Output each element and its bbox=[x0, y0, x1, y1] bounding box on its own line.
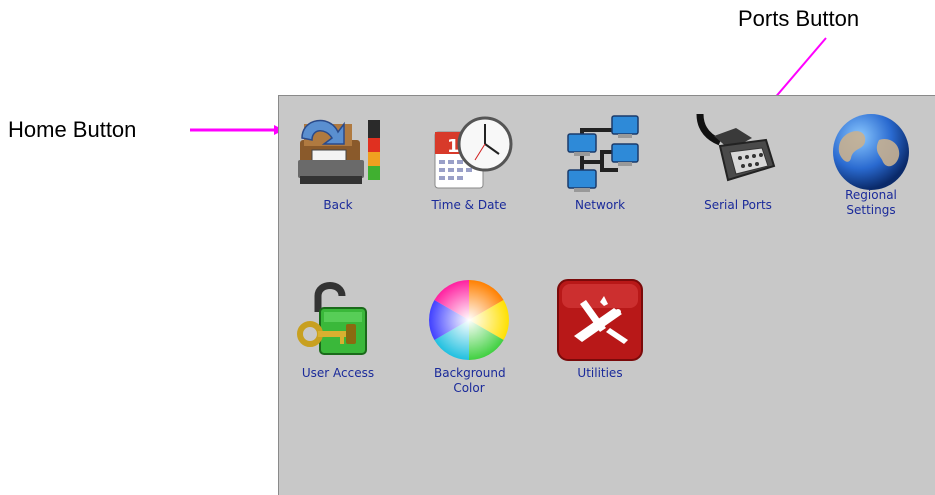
time-date-label: Time & Date bbox=[431, 198, 507, 212]
serial-ports-button[interactable]: Serial Ports bbox=[683, 110, 793, 213]
calendar-clock-icon: 12 bbox=[434, 116, 513, 189]
back-button[interactable]: Back bbox=[283, 110, 393, 213]
regional-settings-label: Regional Settings bbox=[845, 188, 897, 217]
regional-settings-button[interactable]: Regional Settings bbox=[816, 110, 926, 218]
ports-button-callout: Ports Button bbox=[738, 6, 860, 31]
multitool-icon bbox=[557, 279, 643, 361]
serial-ports-label: Serial Ports bbox=[704, 198, 772, 212]
settings-panel: Back 12 Time & Date bbox=[278, 95, 935, 495]
serial-connector-icon bbox=[696, 113, 776, 182]
globe-icon bbox=[833, 114, 909, 190]
user-access-button[interactable]: User Access bbox=[283, 278, 393, 381]
time-date-button[interactable]: 12 Time & Date bbox=[414, 110, 524, 213]
network-icon bbox=[567, 115, 639, 192]
padlock-key-icon bbox=[297, 282, 367, 355]
background-color-button[interactable]: Background Color bbox=[414, 278, 524, 396]
network-button[interactable]: Network bbox=[545, 110, 655, 213]
home-button-callout: Home Button bbox=[8, 117, 137, 142]
back-printer-icon bbox=[298, 119, 380, 184]
utilities-label: Utilities bbox=[577, 366, 623, 380]
utilities-button[interactable]: Utilities bbox=[545, 278, 655, 381]
color-wheel-icon bbox=[429, 280, 509, 360]
back-label: Back bbox=[323, 198, 353, 212]
background-color-label: Background Color bbox=[434, 366, 506, 395]
user-access-label: User Access bbox=[301, 366, 375, 380]
network-label: Network bbox=[574, 198, 626, 212]
